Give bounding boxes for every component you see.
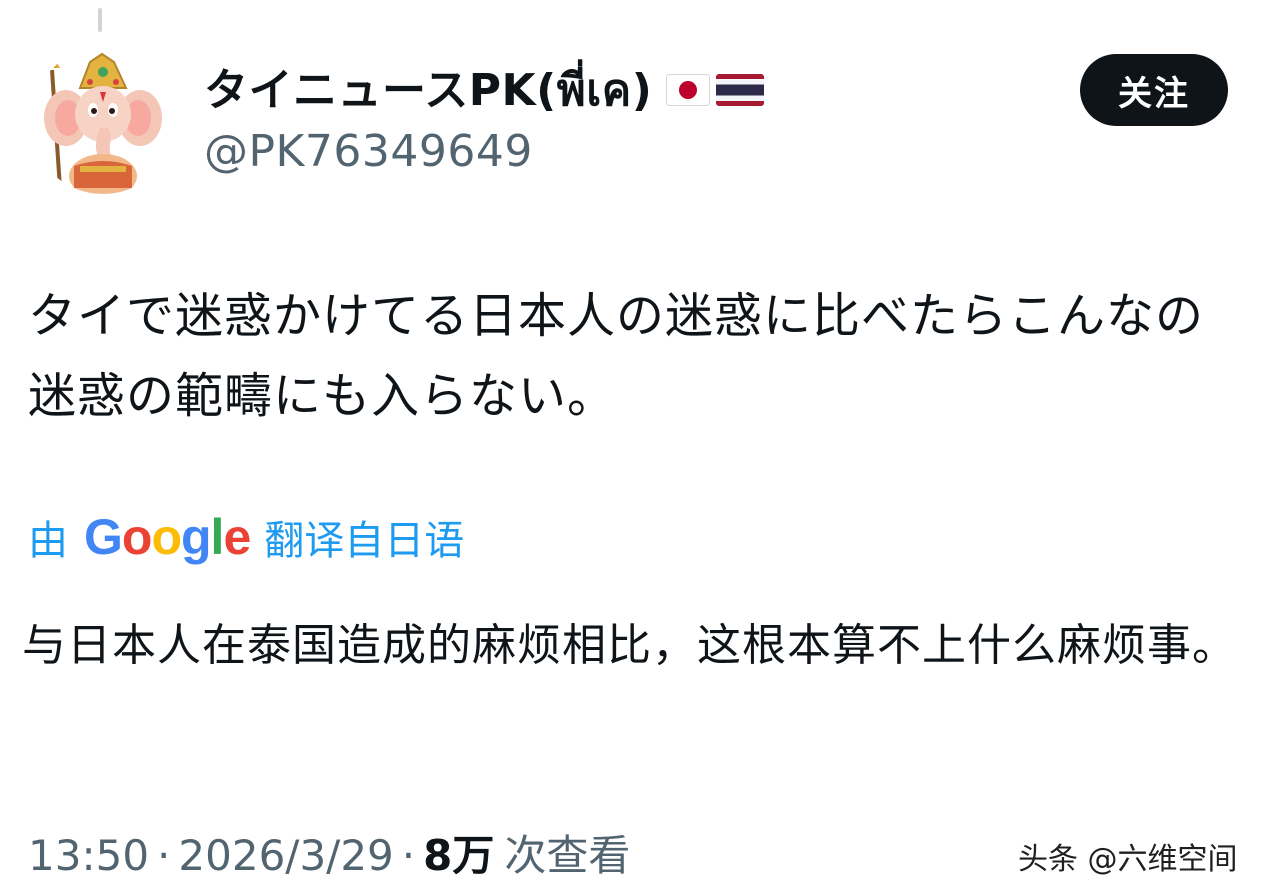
meta-separator: · — [401, 831, 416, 880]
google-logo-letter: l — [210, 509, 225, 565]
tweet-text: タイで迷惑かけてる日本人の迷惑に比べたらこんなの迷惑の範疇にも入らない。 — [28, 288, 1205, 424]
google-logo-letter: o — [121, 509, 153, 565]
translation-attribution[interactable]: 由 Google 翻译自日语 — [28, 500, 464, 574]
tweet-date[interactable]: 2026/3/29 — [178, 831, 393, 880]
google-logo-letter: g — [181, 509, 212, 565]
google-logo-letter: G — [84, 509, 123, 565]
user-handle[interactable]: @PK76349649 — [204, 126, 533, 177]
display-name-text: タイニュースPK(พี่เค) — [204, 65, 653, 116]
views-label: 次查看 — [504, 831, 631, 880]
avatar[interactable] — [30, 48, 176, 194]
scroll-indicator — [98, 8, 102, 32]
translation-prefix: 由 — [28, 518, 68, 564]
thailand-flag-icon — [716, 73, 765, 106]
follow-button[interactable]: 关注 — [1080, 54, 1228, 126]
google-logo-letter: o — [151, 509, 182, 565]
translation-suffix: 翻译自日语 — [264, 518, 465, 564]
google-logo: Google — [84, 508, 251, 566]
display-name[interactable]: タイニュースPK(พี่เค) — [204, 54, 765, 125]
google-logo-letter: e — [223, 509, 251, 565]
views-count: 8万 — [423, 831, 495, 880]
translated-text: 与日本人在泰国造成的麻烦相比，这根本算不上什么麻烦事。 — [22, 620, 1237, 671]
tweet-time[interactable]: 13:50 — [28, 831, 149, 880]
ganesha-avatar-icon — [30, 48, 176, 194]
watermark: 头条 @六维空间 — [1018, 842, 1238, 877]
japan-flag-icon — [666, 73, 711, 106]
tweet-meta: 13:50 · 2026/3/29 · 8万 次查看 — [28, 822, 630, 883]
meta-separator: · — [157, 831, 171, 880]
